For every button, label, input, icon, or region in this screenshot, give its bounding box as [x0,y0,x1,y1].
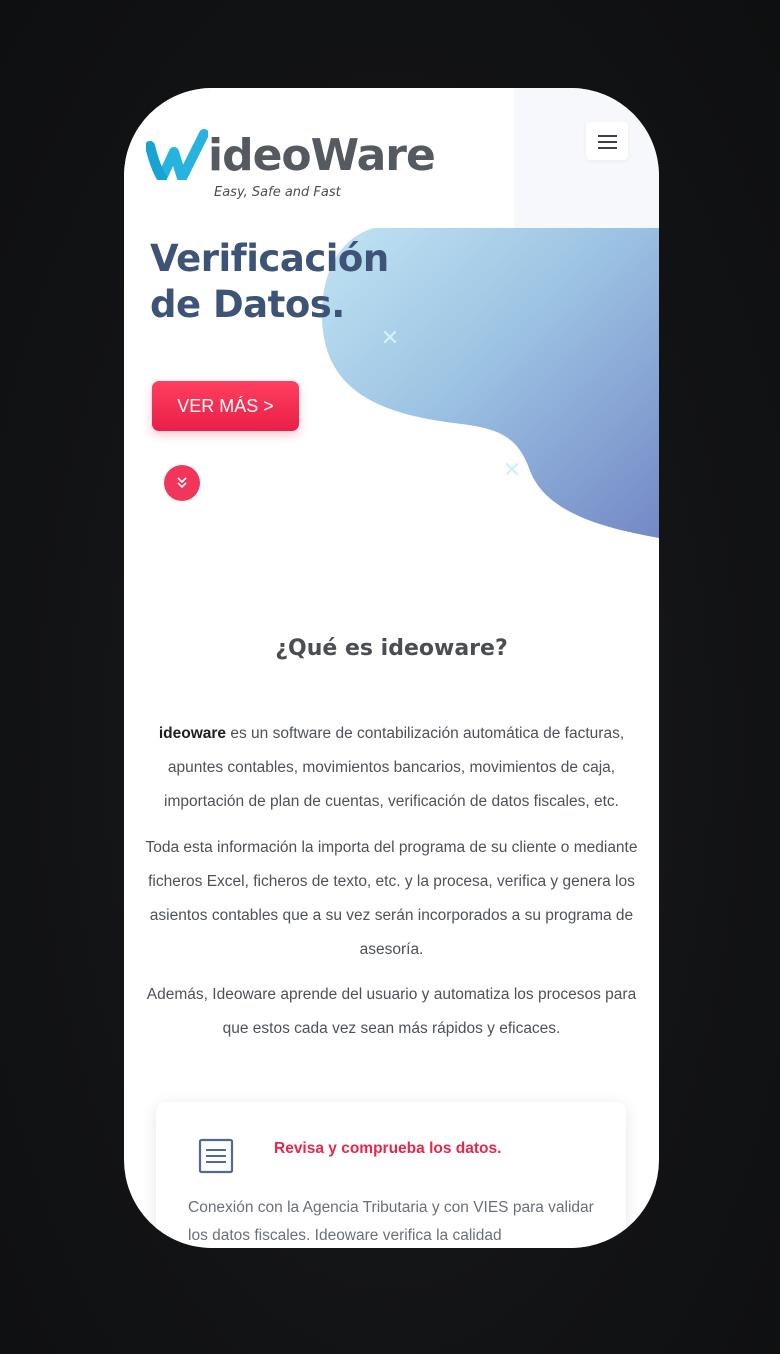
phone-screen: ideoWare Easy, Safe and Fast Verificació… [124,88,659,1248]
logo-tagline: Easy, Safe and Fast [214,185,341,200]
feature-card-title: Revisa y comprueba los datos. [274,1140,502,1157]
section-title-que-es: ¿Qué es ideoware? [275,636,508,661]
feature-card: Revisa y comprueba los datos. Conexión c… [156,1102,626,1248]
feature-card-text: Conexión con la Agencia Tributaria y con… [188,1199,594,1244]
brand-logo[interactable]: ideoWare Easy, Safe and Fast [146,128,446,202]
logo-w-mark-icon [146,129,208,180]
ver-mas-button[interactable]: VER MÁS > [152,381,299,431]
hamburger-menu-button[interactable] [586,122,628,160]
sparkle-cross-icon [505,462,519,476]
about-paragraph-1: ideoware es un software de contabilizaci… [158,725,625,810]
chevron-double-down-icon [177,477,187,489]
hero-title: Verificación de Datos. [150,237,389,326]
logo-wordmark: ideoWare [208,130,436,181]
document-lines-icon [198,1138,234,1174]
about-paragraph-2: Toda esta información la importa del pro… [145,839,638,958]
hamburger-menu-icon [598,135,617,137]
about-paragraph-3: Además, Ideoware aprende del usuario y a… [146,986,637,1037]
scroll-down-button[interactable] [164,465,200,501]
